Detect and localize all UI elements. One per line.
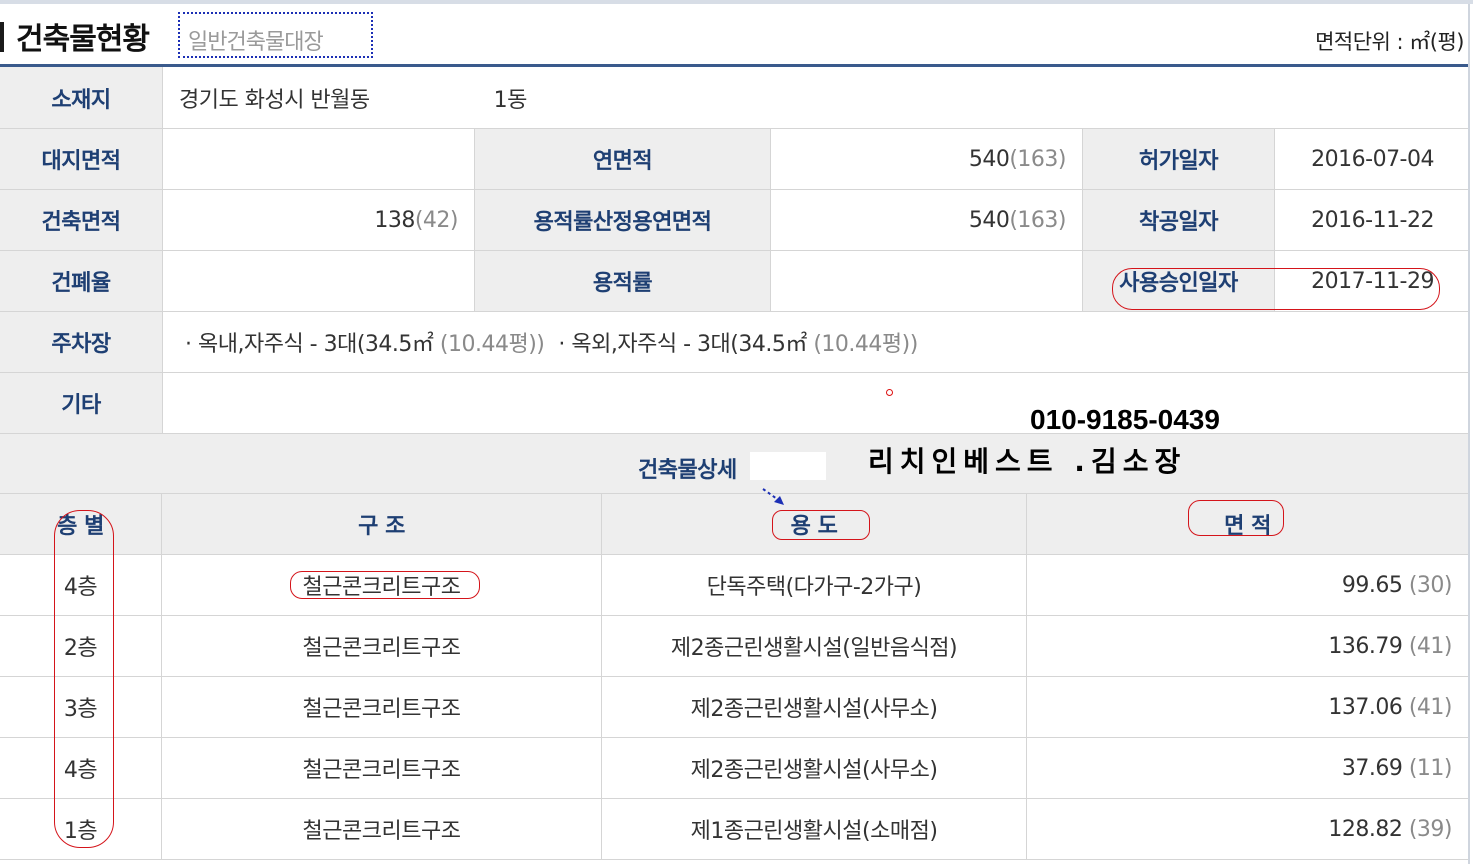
table-row: 4층 철근콘크리트구조 제2종근린생활시설(사무소) 37.69 (11) xyxy=(0,738,1468,799)
area-pyeong: (42) xyxy=(414,207,459,233)
phone-overlay: 010-9185-0439 xyxy=(1030,404,1220,435)
building-area-label: 건축면적 xyxy=(0,190,163,250)
far-floor-area-label: 용적률산정용연면적 xyxy=(475,190,771,250)
total-floor-area-label: 연면적 xyxy=(475,129,771,189)
table-row: 2층 철근콘크리트구조 제2종근린생활시설(일반음식점) 136.79 (41) xyxy=(0,616,1468,677)
floor-header: 층 별 xyxy=(0,494,162,554)
usage-cell: 제2종근린생활시설(일반음식점) xyxy=(602,616,1027,676)
location-dong: 1동 xyxy=(493,87,528,113)
structure-cell: 철근콘크리트구조 xyxy=(162,738,602,798)
structure-cell: 철근콘크리트구조 xyxy=(162,616,602,676)
parking-label: 주차장 xyxy=(0,312,163,372)
table-row: 대지면적 연면적 540 (163) 허가일자 2016-07-04 xyxy=(0,129,1468,190)
area-sqm: 99.65 xyxy=(1341,572,1403,598)
table-row: 소재지 경기도 화성시 반월동 1동 xyxy=(0,67,1468,129)
far-value xyxy=(771,251,1083,311)
table-row: 1층 철근콘크리트구조 제1종근린생활시설(소매점) 128.82 (39) xyxy=(0,799,1468,860)
location-address: 경기도 화성시 반월동 xyxy=(179,87,370,113)
parking-value: · 옥내,자주식 - 3대(34.5㎡ (10.44평)) · 옥외,자주식 -… xyxy=(163,312,1468,372)
area-sqm: 128.82 xyxy=(1328,816,1403,842)
structure-header: 구 조 xyxy=(162,494,602,554)
detail-blank-box xyxy=(750,452,826,480)
area-sqm: 138 xyxy=(374,207,415,233)
location-value: 경기도 화성시 반월동 1동 xyxy=(163,67,1468,128)
vertical-scrollbar[interactable] xyxy=(1468,4,1470,864)
area-cell: 37.69 (11) xyxy=(1027,738,1468,798)
area-cell: 128.82 (39) xyxy=(1027,799,1468,859)
title-bar-mark xyxy=(0,22,4,52)
area-cell: 137.06 (41) xyxy=(1027,677,1468,737)
table-row: 주차장 · 옥내,자주식 - 3대(34.5㎡ (10.44평)) · 옥외,자… xyxy=(0,312,1468,373)
parking-indoor: · 옥내,자주식 - 3대(34.5㎡ xyxy=(185,332,434,357)
start-date-label: 착공일자 xyxy=(1083,190,1275,250)
floor-cell: 4층 xyxy=(0,738,162,798)
etc-label: 기타 xyxy=(0,373,163,433)
area-pyeong: (30) xyxy=(1408,572,1453,598)
building-area-value: 138 (42) xyxy=(163,190,475,250)
structure-cell: 철근콘크리트구조 xyxy=(162,799,602,859)
parking-outdoor: · 옥외,자주식 - 3대(34.5㎡ xyxy=(558,332,807,357)
area-pyeong: (39) xyxy=(1408,816,1453,842)
area-cell: 136.79 (41) xyxy=(1027,616,1468,676)
bcr-label: 건폐율 xyxy=(0,251,163,311)
area-pyeong: (41) xyxy=(1408,633,1453,659)
land-area-value xyxy=(163,129,475,189)
detail-table-header: 층 별 구 조 용 도 면 적 xyxy=(0,494,1468,555)
permit-date-value: 2016-07-04 xyxy=(1275,129,1468,189)
page-title: 건축물현황 xyxy=(16,22,150,57)
land-area-label: 대지면적 xyxy=(0,129,163,189)
table-row: 3층 철근콘크리트구조 제2종근린생활시설(사무소) 137.06 (41) xyxy=(0,677,1468,738)
area-unit: 면적단위 : ㎡(평) xyxy=(1315,30,1464,54)
usage-cell: 단독주택(다가구-2가구) xyxy=(602,555,1027,615)
approval-date-value: 2017-11-29 xyxy=(1275,251,1468,311)
section-header: 건축물현황 일반건축물대장 면적단위 : ㎡(평) xyxy=(0,4,1470,64)
approval-date-label: 사용승인일자 xyxy=(1083,251,1275,311)
floor-cell: 4층 xyxy=(0,555,162,615)
floor-cell: 2층 xyxy=(0,616,162,676)
area-header: 면 적 xyxy=(1224,514,1271,539)
usage-cell: 제2종근린생활시설(사무소) xyxy=(602,677,1027,737)
table-row: 건폐율 용적률 사용승인일자 2017-11-29 xyxy=(0,251,1468,312)
floor-cell: 3층 xyxy=(0,677,162,737)
area-pyeong: (163) xyxy=(1009,146,1066,172)
total-floor-area-value: 540 (163) xyxy=(771,129,1083,189)
area-sqm: 137.06 xyxy=(1328,694,1403,720)
far-floor-area-value: 540 (163) xyxy=(771,190,1083,250)
area-sqm: 540 xyxy=(968,146,1010,172)
etc-value xyxy=(163,373,1468,433)
area-cell: 99.65 (30) xyxy=(1027,555,1468,615)
detail-title: 건축물상세 xyxy=(638,458,737,483)
area-sqm: 136.79 xyxy=(1328,633,1403,659)
area-sqm: 540 xyxy=(968,207,1010,233)
parking-outdoor-pyeong: (10.44평)) xyxy=(813,332,918,357)
red-dot-mark xyxy=(886,389,893,396)
area-pyeong: (163) xyxy=(1009,207,1066,233)
usage-cell: 제1종근린생활시설(소매점) xyxy=(602,799,1027,859)
table-row: 기타 xyxy=(0,373,1468,434)
usage-header: 용 도 xyxy=(602,494,1027,554)
structure-cell: 철근콘크리트구조 xyxy=(162,677,602,737)
structure-cell: 철근콘크리트구조 xyxy=(162,555,602,615)
blue-arrow-icon xyxy=(762,488,784,505)
register-type: 일반건축물대장 xyxy=(188,30,324,55)
area-sqm: 37.69 xyxy=(1341,755,1403,781)
permit-date-label: 허가일자 xyxy=(1083,129,1275,189)
usage-cell: 제2종근린생활시설(사무소) xyxy=(602,738,1027,798)
start-date-value: 2016-11-22 xyxy=(1275,190,1468,250)
table-row: 건축면적 138 (42) 용적률산정용연면적 540 (163) 착공일자 201… xyxy=(0,190,1468,251)
area-pyeong: (11) xyxy=(1408,755,1453,781)
area-pyeong: (41) xyxy=(1408,694,1453,720)
table-row: 4층 철근콘크리트구조 단독주택(다가구-2가구) 99.65 (30) xyxy=(0,555,1468,616)
detail-title-row: 건축물상세 xyxy=(0,434,1468,494)
parking-indoor-pyeong: (10.44평)) xyxy=(439,332,545,357)
company-overlay: 리치인베스트 .김소장 xyxy=(868,445,1187,478)
far-label: 용적률 xyxy=(475,251,771,311)
floor-cell: 1층 xyxy=(0,799,162,859)
bcr-value xyxy=(163,251,475,311)
location-label: 소재지 xyxy=(0,67,163,128)
